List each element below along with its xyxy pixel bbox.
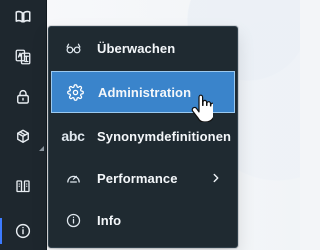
menu-item-ueberwachen[interactable]: Überwachen — [49, 27, 237, 69]
menu-item-label: Synonymdefinitionen — [97, 128, 232, 144]
book-icon — [14, 8, 32, 26]
rail-item-lock[interactable] — [0, 80, 46, 114]
lock-icon — [14, 88, 32, 106]
gear-icon — [52, 71, 98, 113]
expand-indicator-icon — [39, 146, 44, 151]
translate-icon — [14, 48, 32, 66]
chevron-right-icon — [209, 171, 223, 185]
rail-item-info[interactable] — [0, 214, 46, 248]
rail-item-book[interactable] — [0, 0, 46, 34]
menu-item-label: Administration — [98, 84, 192, 100]
menu-item-label: Performance — [97, 170, 178, 186]
server-icon — [14, 178, 32, 196]
speedometer-icon — [49, 157, 97, 199]
left-rail — [0, 0, 47, 250]
rail-item-box[interactable] — [0, 120, 46, 154]
rail-item-translate[interactable] — [0, 40, 46, 74]
menu-item-label: Überwachen — [97, 40, 176, 56]
rail-item-server[interactable] — [0, 170, 46, 204]
hand-cursor-icon — [191, 94, 213, 122]
info-icon — [49, 199, 97, 241]
abc-icon: abc — [61, 128, 85, 144]
context-menu: Überwachen Administration abc Synonymdef… — [48, 26, 238, 248]
menu-item-performance[interactable]: Performance — [49, 157, 237, 199]
info-icon — [14, 222, 32, 240]
glasses-icon — [49, 27, 97, 69]
box-icon — [14, 128, 32, 146]
menu-item-label: Info — [97, 212, 122, 228]
menu-item-info[interactable]: Info — [49, 199, 237, 241]
